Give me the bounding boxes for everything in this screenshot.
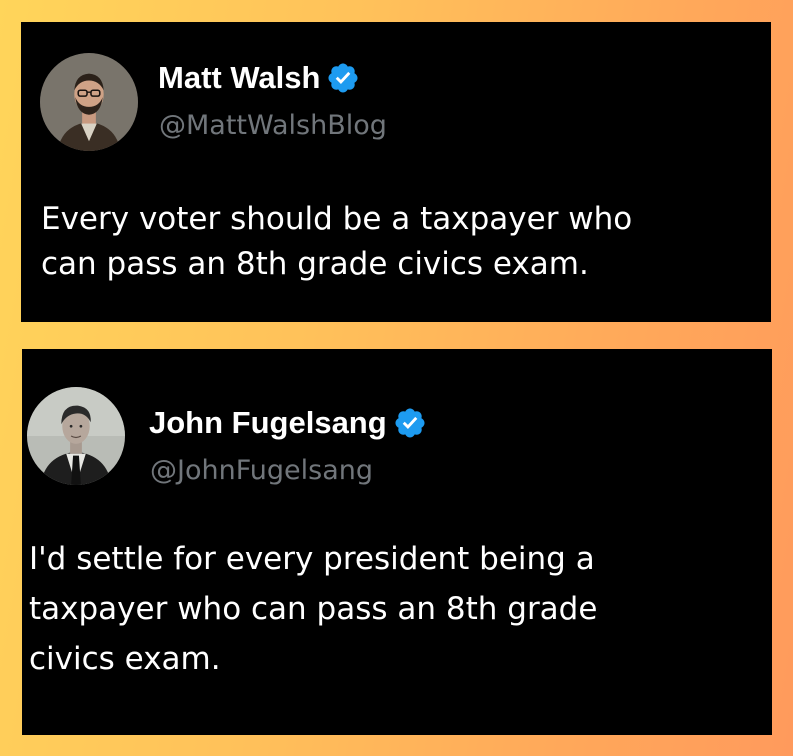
author-handle[interactable]: @JohnFugelsang	[150, 453, 373, 489]
author-name-row: Matt Walsh	[158, 58, 360, 98]
avatar[interactable]	[27, 387, 125, 485]
author-name-row: John Fugelsang	[149, 403, 427, 443]
tweet-card[interactable]: John Fugelsang @JohnFugelsang I'd settle…	[22, 349, 772, 735]
verified-badge-icon[interactable]	[393, 406, 427, 440]
author-handle[interactable]: @MattWalshBlog	[159, 108, 387, 144]
avatar-photo-icon	[40, 53, 138, 151]
verified-badge-icon[interactable]	[326, 61, 360, 95]
avatar-photo-icon	[27, 387, 125, 485]
author-name[interactable]: John Fugelsang	[149, 403, 387, 443]
tweet-card[interactable]: Matt Walsh @MattWalshBlog Every voter sh…	[21, 22, 771, 322]
author-name[interactable]: Matt Walsh	[158, 58, 320, 98]
tweet-text: Every voter should be a taxpayer who can…	[41, 201, 633, 282]
avatar[interactable]	[40, 53, 138, 151]
tweet-text: I'd settle for every president being a t…	[29, 541, 598, 677]
